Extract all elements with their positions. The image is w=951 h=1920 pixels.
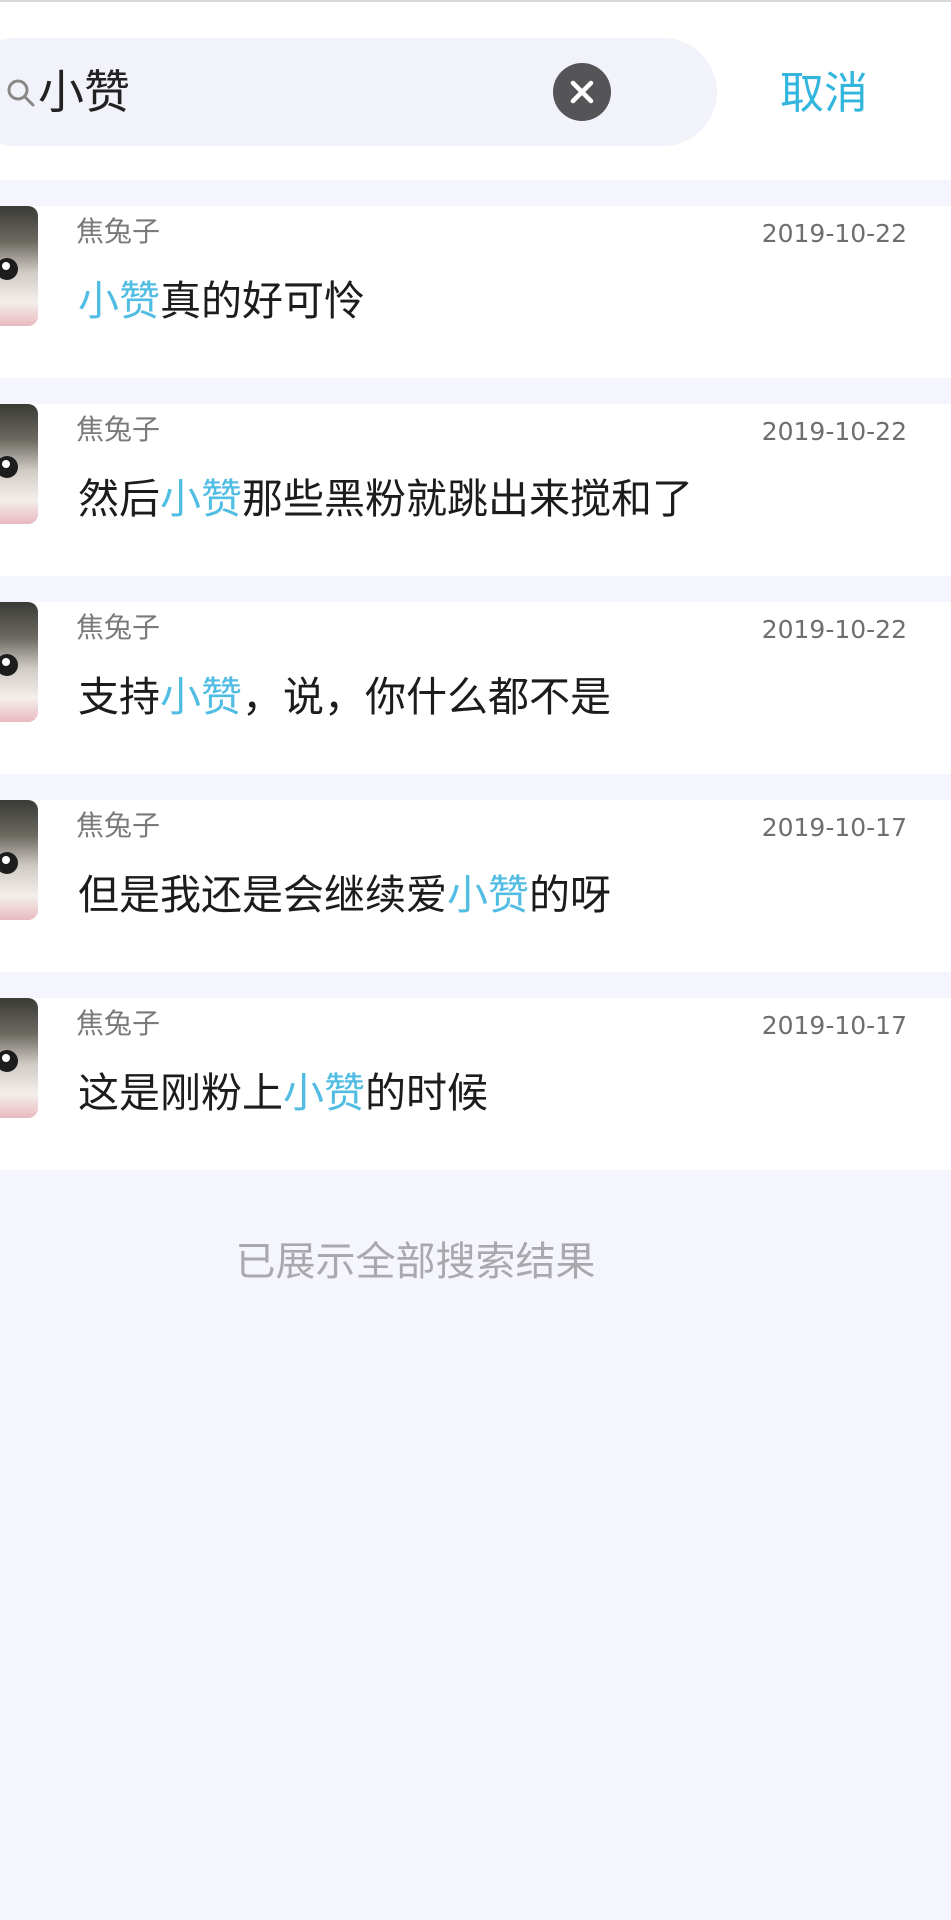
- message-text: 支持小赞，说，你什么都不是: [78, 673, 611, 721]
- keyword-highlight: 小赞: [447, 871, 529, 919]
- keyword-highlight: 小赞: [78, 277, 160, 325]
- clear-search-button[interactable]: [553, 63, 611, 121]
- message-date: 2019-10-17: [761, 813, 907, 842]
- list-item[interactable]: 焦兔子 2019-10-22 然后小赞那些黑粉就跳出来搅和了: [0, 404, 951, 576]
- avatar[interactable]: [0, 206, 38, 326]
- avatar[interactable]: [0, 800, 38, 920]
- keyword-highlight: 小赞: [160, 673, 242, 721]
- sender-name: 焦兔子: [76, 809, 161, 842]
- message-date: 2019-10-22: [761, 219, 907, 248]
- search-results-list: 焦兔子 2019-10-22 小赞真的好可怜 焦兔子 2019-10-22 然后…: [0, 206, 951, 1196]
- avatar[interactable]: [0, 998, 38, 1118]
- list-item[interactable]: 焦兔子 2019-10-17 这是刚粉上小赞的时候: [0, 998, 951, 1170]
- sender-name: 焦兔子: [76, 413, 161, 446]
- keyword-highlight: 小赞: [283, 1069, 365, 1117]
- message-text: 然后小赞那些黑粉就跳出来搅和了: [78, 475, 693, 523]
- sender-name: 焦兔子: [76, 1007, 161, 1040]
- avatar[interactable]: [0, 602, 38, 722]
- message-text: 但是我还是会继续爱小赞的呀: [78, 871, 611, 919]
- list-item[interactable]: 焦兔子 2019-10-22 支持小赞，说，你什么都不是: [0, 602, 951, 774]
- list-item[interactable]: 焦兔子 2019-10-17 但是我还是会继续爱小赞的呀: [0, 800, 951, 972]
- search-header: 小赞 取消: [0, 2, 951, 180]
- message-date: 2019-10-22: [761, 615, 907, 644]
- keyword-highlight: 小赞: [160, 475, 242, 523]
- avatar[interactable]: [0, 404, 38, 524]
- search-query[interactable]: 小赞: [38, 62, 130, 122]
- sender-name: 焦兔子: [76, 215, 161, 248]
- message-date: 2019-10-22: [761, 417, 907, 446]
- message-date: 2019-10-17: [761, 1011, 907, 1040]
- end-of-results-message: 已展示全部搜索结果: [235, 1239, 596, 1285]
- cancel-button[interactable]: 取消: [780, 64, 868, 124]
- close-icon: [570, 80, 594, 104]
- message-text: 这是刚粉上小赞的时候: [78, 1069, 488, 1117]
- search-input[interactable]: 小赞: [0, 38, 717, 146]
- message-text: 小赞真的好可怜: [78, 277, 365, 325]
- search-icon: [7, 79, 35, 107]
- sender-name: 焦兔子: [76, 611, 161, 644]
- list-item[interactable]: 焦兔子 2019-10-22 小赞真的好可怜: [0, 206, 951, 378]
